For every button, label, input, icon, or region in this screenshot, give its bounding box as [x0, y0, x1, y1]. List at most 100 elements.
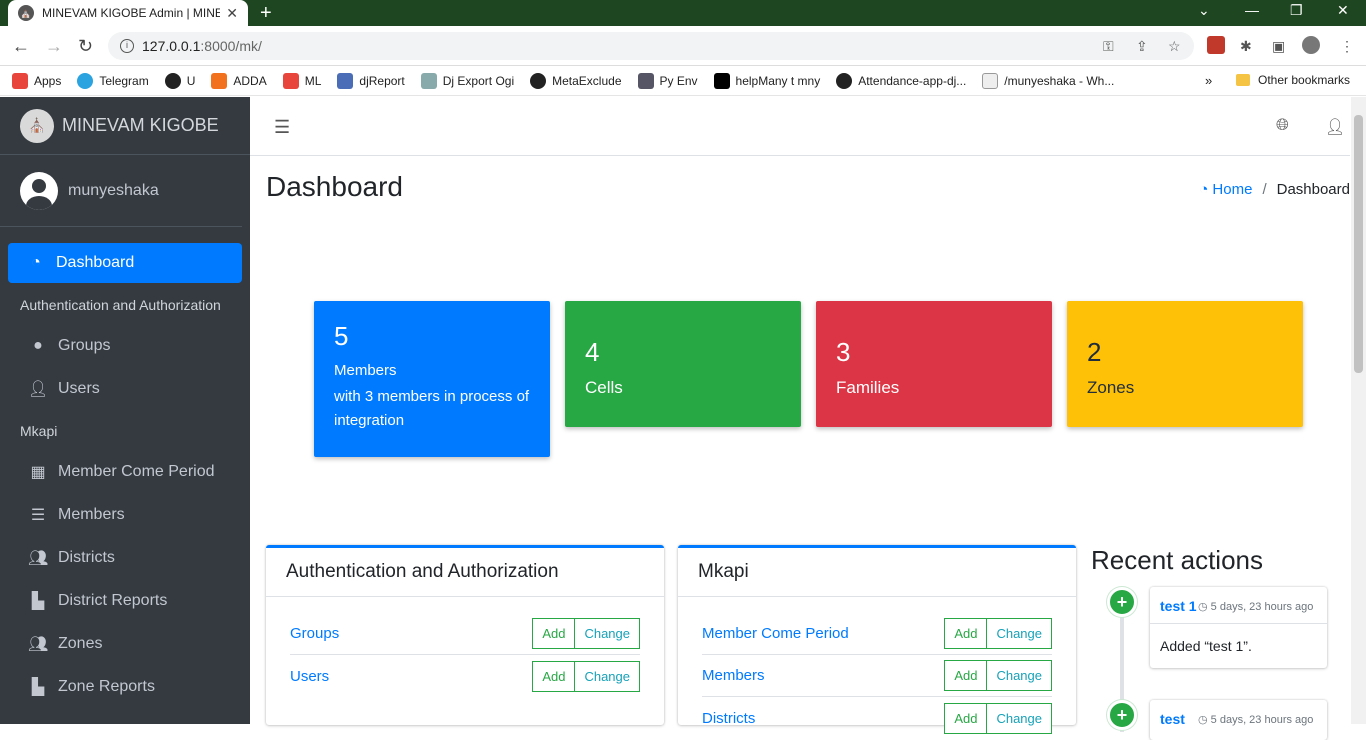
list-icon: ☰ [30, 507, 46, 524]
add-button[interactable]: Add [532, 618, 576, 649]
sidebar-item-users[interactable]: 👤︎ Users [8, 369, 242, 409]
reload-icon[interactable]: ↻ [78, 36, 93, 57]
bookmark-djreport[interactable]: djReport [337, 72, 405, 89]
bookmark-apps[interactable]: Apps [12, 72, 61, 89]
tab-search-icon[interactable]: ⌄ [1198, 2, 1210, 19]
back-icon[interactable]: ← [12, 36, 30, 57]
families-stat-box[interactable]: 3 Families [816, 301, 1052, 427]
sidebar-item-member-come-period[interactable]: ▦ Member Come Period [8, 452, 242, 492]
sidebar-item-label: Dashboard [56, 254, 135, 271]
menu-kebab-icon[interactable]: ⋮ [1340, 38, 1354, 55]
bookmark-telegram[interactable]: Telegram [77, 72, 149, 89]
calendar-icon: ▦ [30, 464, 46, 481]
members-label: Members [334, 362, 397, 379]
forward-icon[interactable]: → [45, 36, 63, 57]
bookmark-u[interactable]: U [164, 72, 195, 89]
change-button[interactable]: Change [987, 660, 1052, 691]
user-menu-icon[interactable]: 👤︎ [1325, 117, 1345, 137]
github-icon [530, 72, 547, 89]
breadcrumb-home[interactable]: ◔ Home [1199, 181, 1252, 198]
recent-action-header: test ◷ 5 days, 23 hours ago [1150, 700, 1327, 736]
bookmark-metaexclude[interactable]: MetaExclude [530, 72, 622, 89]
tachometer-icon: ◔ [1199, 181, 1209, 198]
site-info-icon[interactable]: i [120, 39, 134, 53]
browser-tab[interactable]: ⛪ MINEVAM KIGOBE Admin | MINE ✕ [8, 0, 248, 26]
u-icon [164, 72, 181, 89]
restore-icon[interactable]: ❐ [1290, 2, 1303, 19]
page-title: Dashboard [266, 171, 403, 202]
sidebar-item-dashboard[interactable]: ◔ Dashboard [8, 243, 242, 283]
sidebar-item-zone-reports[interactable]: ▙ Zone Reports [8, 667, 242, 707]
url-input[interactable]: i 127.0.0.1:8000/mk/ [108, 32, 1194, 60]
user-panel[interactable]: munyeshaka [0, 155, 242, 227]
sidebar-item-label: Zones [58, 635, 103, 652]
model-row-groups: Groups Add Change [290, 613, 640, 655]
members-count: 5 [334, 321, 349, 351]
add-button[interactable]: Add [944, 618, 988, 649]
sidebar-item-members[interactable]: ☰ Members [8, 495, 242, 535]
profile-avatar[interactable] [1302, 36, 1320, 54]
change-button[interactable]: Change [575, 618, 640, 649]
page-scrollbar[interactable] [1351, 97, 1366, 724]
recent-action-body: Added “test 1”. [1160, 638, 1252, 654]
hamburger-menu-icon[interactable]: ☰ [274, 117, 290, 138]
add-button[interactable]: Add [944, 702, 988, 734]
bookmark-py-env[interactable]: Py Env [637, 72, 698, 89]
change-button[interactable]: Change [987, 702, 1052, 734]
zones-stat-box[interactable]: 2 Zones [1067, 301, 1303, 427]
users-link[interactable]: Users [290, 668, 329, 685]
change-button[interactable]: Change [987, 618, 1052, 649]
member-come-period-link[interactable]: Member Come Period [702, 625, 849, 642]
bookmark-label: Telegram [99, 73, 149, 88]
sidebar-item-zones[interactable]: 👥︎ Zones [8, 624, 242, 664]
zones-label: Zones [1087, 378, 1135, 397]
user-avatar-icon [20, 171, 58, 210]
families-label: Families [836, 378, 900, 397]
sidebar-item-district-reports[interactable]: ▙ District Reports [8, 581, 242, 621]
scrollbar-thumb[interactable] [1354, 115, 1363, 373]
other-bookmarks[interactable]: Other bookmarks [1236, 73, 1350, 87]
bookmark-helpmany[interactable]: helpMany t mny [713, 72, 820, 89]
change-button[interactable]: Change [575, 660, 640, 692]
recent-action-time: ◷ 5 days, 23 hours ago [1198, 600, 1313, 613]
adda-icon [211, 72, 228, 89]
star-icon[interactable]: ☆ [1168, 38, 1181, 55]
recent-action-object-link[interactable]: test [1160, 710, 1198, 728]
sidebar-item-districts[interactable]: 👥︎ Districts [8, 538, 242, 578]
add-button[interactable]: Add [532, 660, 576, 692]
sidepanel-icon[interactable]: ▣ [1272, 38, 1285, 55]
add-button[interactable]: Add [944, 660, 988, 691]
bookmark-dj-export[interactable]: Dj Export Ogi [420, 72, 514, 89]
recent-actions-title: Recent actions [1091, 545, 1263, 575]
bookmark-label: /munyeshaka - Wh... [1004, 73, 1115, 88]
recent-action-object-link[interactable]: test 1 [1160, 597, 1198, 615]
new-tab-icon[interactable]: + [260, 2, 272, 25]
users-icon: 👥︎ [28, 550, 49, 567]
extensions-puzzle-icon[interactable]: ✱ [1240, 38, 1252, 55]
share-icon[interactable]: ⇪ [1136, 38, 1148, 55]
recent-action-time-text: 5 days, 23 hours ago [1210, 714, 1314, 726]
members-stat-box[interactable]: 5 Members with 3 members in process of i… [314, 301, 550, 457]
sidebar-item-groups[interactable]: ● Groups [8, 326, 242, 366]
nav-header-mkapi: Mkapi [20, 423, 58, 439]
members-link[interactable]: Members [702, 667, 765, 684]
bookmark-attendance[interactable]: Attendance-app-dj... [836, 72, 966, 89]
bookmark-munyeshaka[interactable]: /munyeshaka - Wh... [982, 72, 1115, 89]
extension-book-icon[interactable] [1207, 36, 1225, 54]
recent-action-item: test ◷ 5 days, 23 hours ago [1150, 700, 1327, 740]
close-tab-icon[interactable]: ✕ [226, 5, 238, 22]
url-host: 127.0.0.1 [142, 38, 201, 54]
model-row-members: Members Add Change [702, 655, 1052, 697]
file-icon: ▙ [31, 593, 45, 610]
more-bookmarks-icon[interactable]: » [1205, 73, 1212, 88]
close-window-icon[interactable]: ✕ [1337, 2, 1349, 19]
globe-icon[interactable]: 🌐︎ [1276, 117, 1289, 135]
bookmark-label: djReport [359, 73, 405, 88]
bookmark-ml[interactable]: ML [282, 72, 321, 89]
groups-link[interactable]: Groups [290, 625, 339, 642]
minimize-icon[interactable]: — [1245, 2, 1259, 18]
bookmark-adda[interactable]: ADDA [211, 72, 267, 89]
cells-stat-box[interactable]: 4 Cells [565, 301, 801, 427]
key-icon[interactable]: ⚿ [1103, 38, 1114, 55]
brand-link[interactable]: ⛪ MINEVAM KIGOBE [0, 97, 250, 155]
